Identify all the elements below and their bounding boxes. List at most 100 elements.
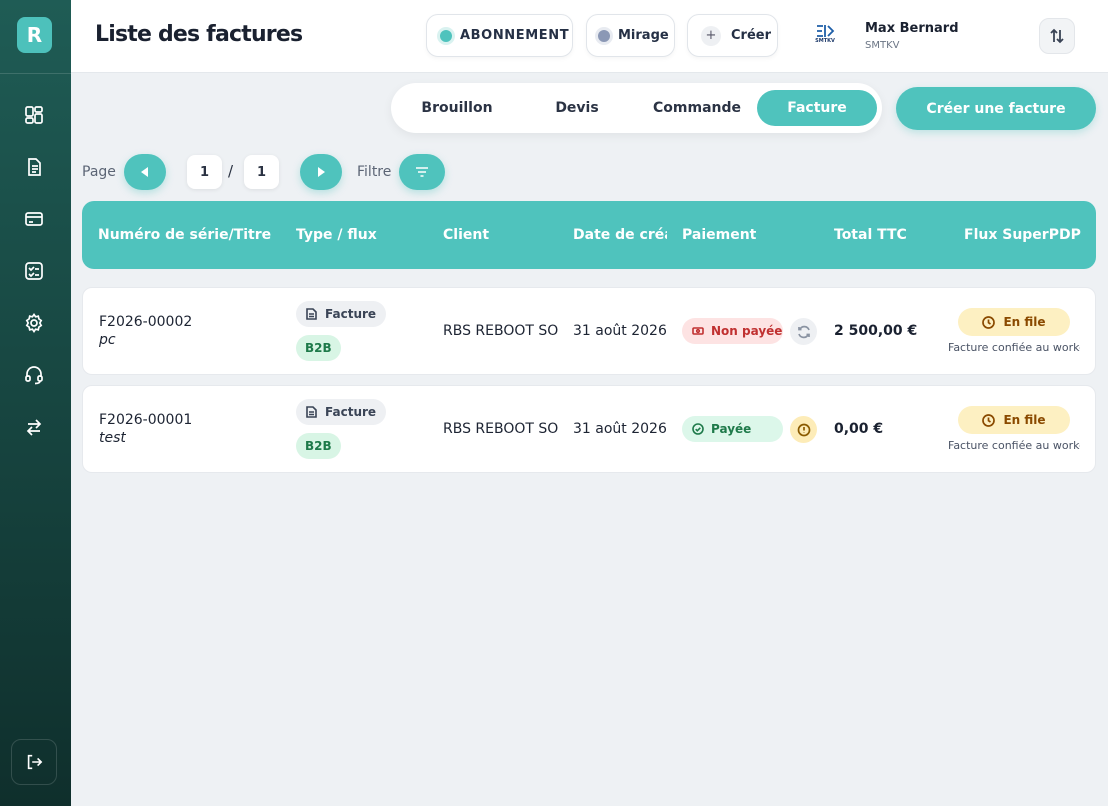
document-icon	[306, 406, 317, 418]
banknote-icon	[692, 327, 704, 335]
sort-arrows-icon	[1050, 28, 1064, 44]
flux-type-badge: B2B	[296, 433, 341, 459]
total-amount: 0,00 €	[834, 421, 884, 437]
workspace-label: Mirage	[618, 28, 669, 43]
type-badge: Facture	[296, 399, 387, 425]
filter-label: Filtre	[357, 164, 392, 180]
tab-facture[interactable]: Facture	[757, 90, 877, 126]
payment-status-badge: Payée	[682, 416, 783, 442]
triangle-right-icon	[318, 167, 325, 177]
client-name: RBS REBOOT SOLUTIONS	[443, 323, 559, 339]
headset-icon	[25, 366, 43, 385]
subscription-status-dot	[440, 29, 452, 42]
sidebar: R	[0, 0, 71, 806]
refresh-status-button[interactable]	[790, 318, 817, 345]
workspace-selector[interactable]: Mirage	[586, 14, 675, 57]
plus-icon: +	[701, 25, 721, 46]
flux-status-badge: En file	[958, 406, 1070, 434]
invoice-title: test	[99, 430, 126, 446]
app-logo[interactable]: R	[17, 17, 52, 53]
sidebar-item-tasks[interactable]	[23, 260, 45, 282]
sidebar-item-documents[interactable]	[23, 156, 45, 178]
invoice-title: pc	[99, 332, 116, 348]
creation-date: 31 août 2026 à	[573, 421, 668, 437]
flux-note: Facture confiée au worker	[948, 439, 1080, 452]
user-company: SMTKV	[865, 40, 900, 51]
triangle-left-icon	[141, 167, 148, 177]
document-icon	[306, 308, 317, 320]
table-row[interactable]: F2026-00001 test Facture B2B RBS REBOOT …	[82, 385, 1096, 473]
column-header-client[interactable]: Client	[443, 227, 553, 243]
current-page-input[interactable]: 1	[187, 155, 222, 189]
column-header-number[interactable]: Numéro de série/Titre	[98, 227, 278, 243]
logout-button[interactable]	[11, 739, 57, 785]
total-amount: 2 500,00 €	[834, 323, 918, 339]
create-button[interactable]: + Créer	[687, 14, 778, 57]
next-page-button[interactable]	[300, 154, 342, 190]
create-label: Créer	[731, 28, 771, 43]
table-header: Numéro de série/Titre Type / flux Client…	[82, 201, 1096, 269]
column-header-type[interactable]: Type / flux	[296, 227, 416, 243]
page-title: Liste des factures	[95, 22, 303, 47]
workspace-status-dot	[598, 29, 610, 42]
flux-type-badge: B2B	[296, 335, 341, 361]
total-pages: 1	[244, 155, 279, 189]
flux-note: Facture confiée au worker	[948, 341, 1080, 354]
alert-status-button[interactable]	[790, 416, 817, 443]
page-separator: /	[228, 162, 234, 180]
flux-status-label: En file	[1003, 315, 1046, 329]
transfer-icon	[26, 419, 42, 436]
client-name: RBS REBOOT SOLUTIONS	[443, 421, 559, 437]
card-icon	[25, 212, 43, 226]
invoice-number: F2026-00001	[99, 412, 193, 428]
company-logo-mark	[817, 25, 835, 37]
refresh-icon	[797, 325, 810, 338]
table-row[interactable]: F2026-00002 pc Facture B2B RBS REBOOT SO…	[82, 287, 1096, 375]
sort-button[interactable]	[1039, 18, 1075, 54]
document-type-tabs: Brouillon Devis Commande Facture	[391, 83, 882, 133]
column-header-flux[interactable]: Flux SuperPDP	[964, 227, 1084, 243]
alert-circle-icon	[797, 423, 810, 436]
top-bar: Liste des factures ABONNEMENT Mirage + C…	[71, 0, 1108, 73]
tab-commande[interactable]: Commande	[637, 90, 757, 126]
checklist-icon	[25, 262, 43, 280]
flux-status-label: En file	[1003, 413, 1046, 427]
payment-status-badge: Non payée	[682, 318, 783, 344]
tab-devis[interactable]: Devis	[517, 90, 637, 126]
company-logo: SMTKV	[812, 24, 838, 48]
flux-status-badge: En file	[958, 308, 1070, 336]
sidebar-item-payments[interactable]	[23, 208, 45, 230]
column-header-total[interactable]: Total TTC	[834, 227, 934, 243]
filter-icon	[416, 167, 428, 177]
page-label: Page	[82, 164, 116, 180]
company-logo-text: SMTKV	[815, 38, 835, 44]
previous-page-button[interactable]	[124, 154, 166, 190]
sidebar-divider	[0, 73, 71, 74]
sidebar-item-dashboard[interactable]	[23, 104, 45, 126]
tab-brouillon[interactable]: Brouillon	[397, 90, 517, 126]
app-logo-letter: R	[26, 23, 43, 47]
logout-icon	[27, 754, 43, 770]
type-label: Facture	[325, 307, 377, 321]
clock-icon	[982, 413, 996, 427]
type-label: Facture	[325, 405, 377, 419]
sidebar-item-support[interactable]	[23, 364, 45, 386]
create-invoice-button[interactable]: Créer une facture	[896, 87, 1096, 130]
subscription-label: ABONNEMENT	[460, 28, 570, 43]
clock-icon	[982, 315, 996, 329]
sidebar-item-transfers[interactable]	[23, 416, 45, 438]
payment-status-label: Payée	[711, 422, 752, 436]
check-circle-icon	[692, 423, 704, 435]
creation-date: 31 août 2026 à	[573, 323, 668, 339]
subscription-button[interactable]: ABONNEMENT	[426, 14, 573, 57]
invoice-number: F2026-00002	[99, 314, 193, 330]
sidebar-item-settings[interactable]	[23, 312, 45, 334]
column-header-payment[interactable]: Paiement	[682, 227, 792, 243]
document-icon	[28, 158, 41, 176]
column-header-date[interactable]: Date de création	[573, 227, 667, 243]
payment-status-label: Non payée	[711, 324, 783, 338]
filter-button[interactable]	[399, 154, 445, 190]
gear-icon	[25, 313, 43, 333]
dashboard-icon	[25, 106, 43, 124]
user-name: Max Bernard	[865, 21, 959, 36]
